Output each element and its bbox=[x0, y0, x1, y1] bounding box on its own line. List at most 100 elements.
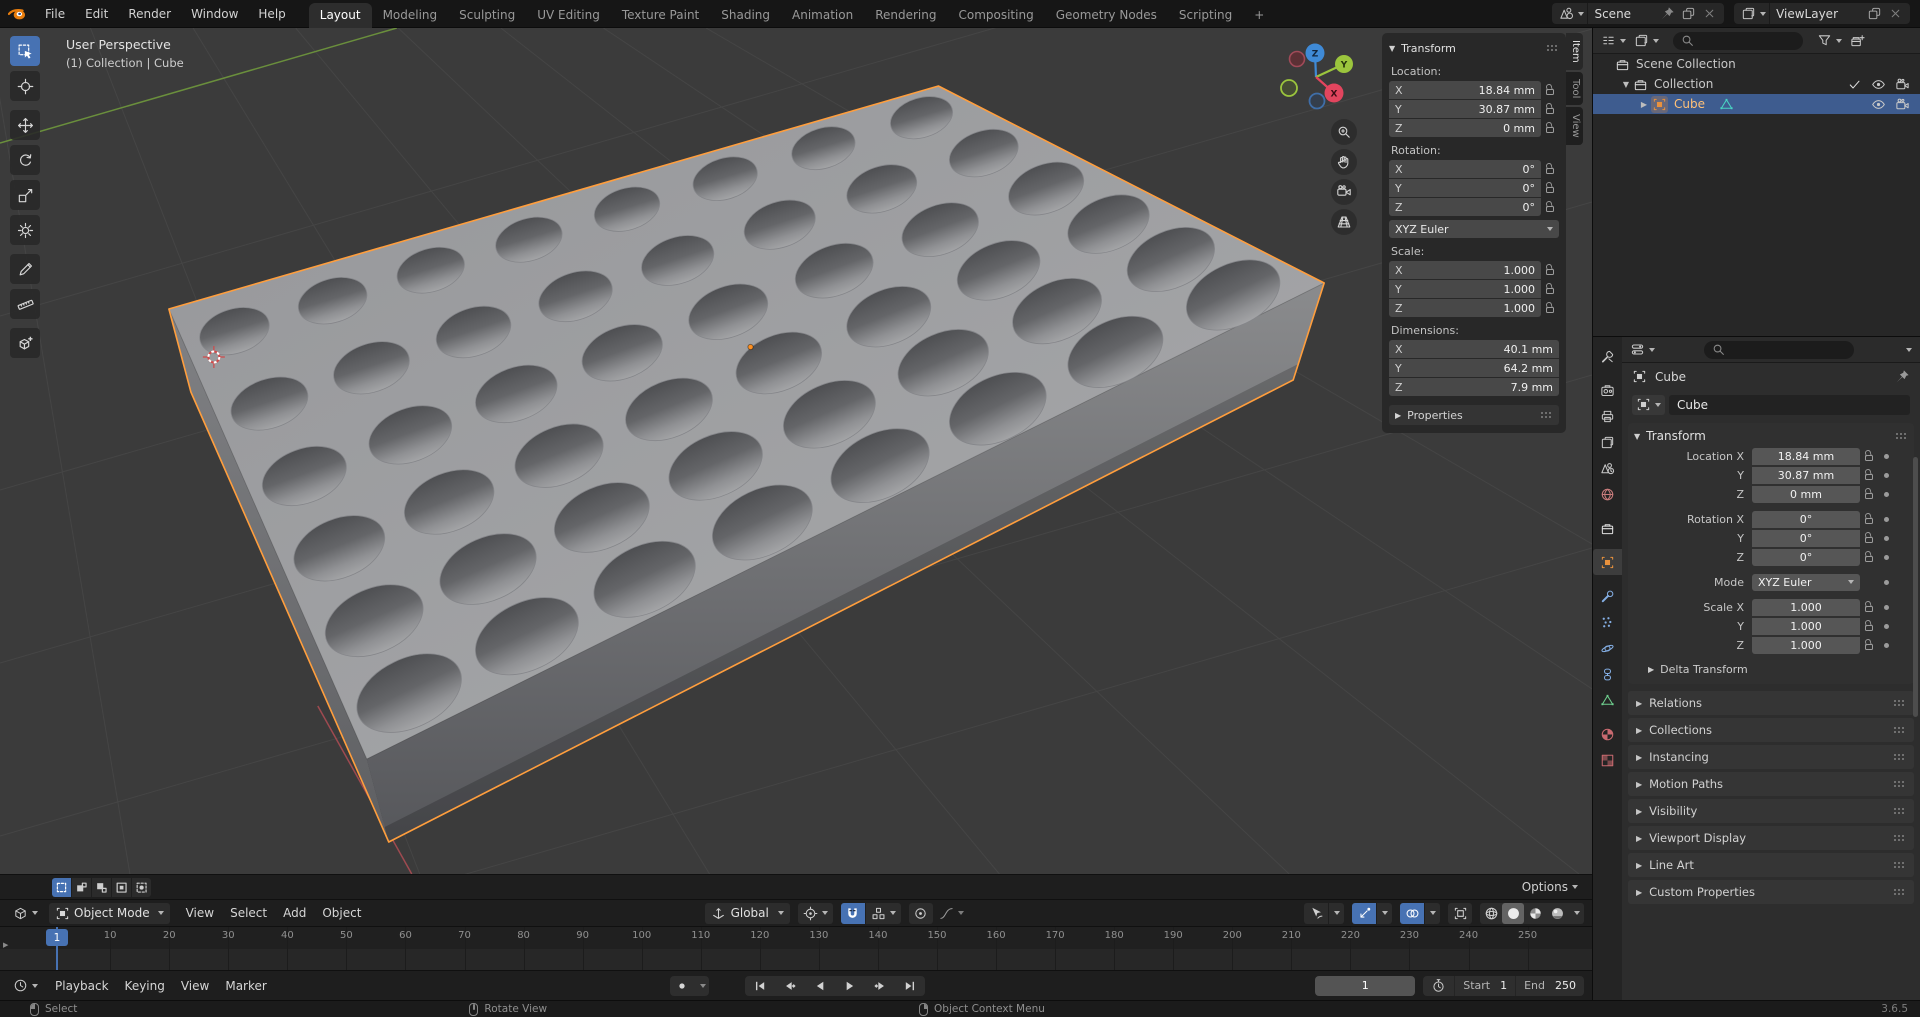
delete-viewlayer-button[interactable] bbox=[1885, 6, 1906, 21]
scene-name-field[interactable]: Scene bbox=[1594, 7, 1657, 21]
value-field[interactable]: Y 30.87 mm bbox=[1389, 100, 1541, 118]
use-preview-range-button[interactable] bbox=[1423, 976, 1454, 996]
animate-dot[interactable] bbox=[1878, 579, 1894, 585]
prevkey-button[interactable] bbox=[775, 976, 805, 996]
tool-scale-button[interactable] bbox=[10, 180, 40, 210]
timeline-menu-keying[interactable]: Keying bbox=[117, 979, 173, 993]
timeline-strip[interactable]: ▶ 10 20 30 40 50 60 70 80 90 100 110 120… bbox=[0, 926, 1592, 970]
panel-grip-icon[interactable] bbox=[1893, 753, 1906, 761]
value-field[interactable]: 0° bbox=[1752, 510, 1860, 528]
lock-icon[interactable] bbox=[1541, 164, 1559, 174]
playhead-frame-chip[interactable]: 1 bbox=[46, 929, 68, 946]
visibility-dropdown[interactable] bbox=[1329, 902, 1344, 924]
workspace-tab-sculpting[interactable]: Sculpting bbox=[448, 3, 526, 28]
viewlayer-browse-button[interactable] bbox=[1738, 3, 1771, 24]
editor-type-button[interactable] bbox=[8, 975, 43, 996]
tool-annotate-button[interactable] bbox=[10, 254, 40, 284]
npanel-properties-panel[interactable]: ▶ Properties bbox=[1389, 405, 1559, 425]
timeline-menu-view[interactable]: View bbox=[173, 979, 217, 993]
panel-visibility[interactable]: ▶ Visibility bbox=[1628, 799, 1914, 823]
properties-tab-object[interactable] bbox=[1593, 549, 1622, 575]
panel-grip-icon[interactable] bbox=[1895, 432, 1908, 440]
panel-motion-paths[interactable]: ▶ Motion Paths bbox=[1628, 772, 1914, 796]
panel-grip-icon[interactable] bbox=[1893, 780, 1906, 788]
shading-dropdown[interactable] bbox=[1569, 903, 1584, 924]
outliner-item-label[interactable]: Cube bbox=[1674, 97, 1705, 111]
breadcrumb-object-name[interactable]: Cube bbox=[1655, 370, 1686, 384]
shading-material-button[interactable] bbox=[1524, 903, 1546, 924]
show-overlays-toggle[interactable] bbox=[1400, 902, 1424, 924]
panel-collections[interactable]: ▶ Collections bbox=[1628, 718, 1914, 742]
properties-tab-texture[interactable] bbox=[1593, 747, 1622, 773]
value-field[interactable]: Z 0° bbox=[1389, 198, 1541, 216]
menu-render[interactable]: Render bbox=[119, 4, 180, 24]
pan-button[interactable] bbox=[1331, 149, 1357, 175]
viewport-3d[interactable]: User Perspective (1) Collection | Cube Z… bbox=[0, 28, 1592, 874]
panel-grip-icon[interactable] bbox=[1893, 699, 1906, 707]
panel-grip-icon[interactable] bbox=[1893, 726, 1906, 734]
disable-in-renders-toggle[interactable] bbox=[1895, 77, 1910, 92]
properties-tab-particles[interactable] bbox=[1593, 609, 1622, 635]
options-dropdown[interactable]: Options bbox=[1522, 880, 1578, 894]
panel-grip-icon[interactable] bbox=[1546, 44, 1559, 52]
value-field[interactable]: 0° bbox=[1752, 529, 1860, 547]
workspace-tab-rendering[interactable]: Rendering bbox=[864, 3, 947, 28]
lock-icon[interactable] bbox=[1541, 202, 1559, 212]
delta-transform-panel[interactable]: ▶ Delta Transform bbox=[1648, 663, 1908, 676]
shading-rendered-button[interactable] bbox=[1546, 903, 1568, 924]
proportional-edit-toggle[interactable] bbox=[908, 902, 933, 924]
add-workspace-button[interactable]: + bbox=[1243, 3, 1275, 28]
start-frame-field[interactable]: Start 1 bbox=[1455, 976, 1515, 996]
npanel-tab-tool[interactable]: Tool bbox=[1566, 71, 1583, 106]
editor-type-button[interactable] bbox=[8, 903, 43, 924]
value-field[interactable]: Z 0 mm bbox=[1389, 119, 1541, 137]
select-mode-set-button[interactable] bbox=[52, 877, 71, 897]
npanel-tab-item[interactable]: Item bbox=[1566, 33, 1583, 70]
value-field[interactable]: 30.87 mm bbox=[1752, 466, 1860, 484]
animate-dot[interactable] bbox=[1878, 604, 1894, 610]
outliner-filter-type-button[interactable] bbox=[1632, 33, 1661, 48]
keying-dropdown[interactable] bbox=[694, 976, 709, 996]
select-mode-subtract-button[interactable] bbox=[92, 877, 111, 897]
workspace-tab-layout[interactable]: Layout bbox=[308, 2, 372, 28]
value-field[interactable]: 18.84 mm bbox=[1752, 447, 1860, 465]
outliner-display-mode-button[interactable] bbox=[1599, 33, 1628, 48]
menu-edit[interactable]: Edit bbox=[76, 4, 117, 24]
properties-tab-constraints[interactable] bbox=[1593, 661, 1622, 687]
show-gizmo-toggle[interactable] bbox=[1352, 902, 1376, 924]
tool-measure-button[interactable] bbox=[10, 289, 40, 319]
timeline-expand-icon[interactable]: ▶ bbox=[3, 941, 8, 949]
proportional-falloff-dropdown[interactable] bbox=[934, 903, 969, 924]
workspace-tab-geometry-nodes[interactable]: Geometry Nodes bbox=[1045, 3, 1168, 28]
auto-keying-button[interactable] bbox=[670, 976, 694, 996]
properties-tab-world[interactable] bbox=[1593, 481, 1622, 507]
menu-window[interactable]: Window bbox=[182, 4, 247, 24]
lock-icon[interactable] bbox=[1541, 284, 1559, 294]
pin-icon[interactable] bbox=[1895, 369, 1910, 384]
tool-rotate-button[interactable] bbox=[10, 145, 40, 175]
properties-tab-object-data[interactable] bbox=[1593, 687, 1622, 713]
properties-filter-button[interactable] bbox=[1900, 347, 1914, 352]
viewport-menu-add[interactable]: Add bbox=[275, 906, 314, 920]
snap-settings-dropdown[interactable] bbox=[865, 902, 901, 924]
properties-tab-material[interactable] bbox=[1593, 721, 1622, 747]
outliner-item-label[interactable]: Collection bbox=[1654, 77, 1713, 91]
shading-solid-button[interactable] bbox=[1502, 902, 1524, 924]
new-viewlayer-button[interactable] bbox=[1864, 6, 1885, 21]
zoom-button[interactable] bbox=[1331, 119, 1357, 145]
new-collection-button[interactable] bbox=[1848, 33, 1867, 48]
show-object-types-button[interactable] bbox=[1304, 902, 1328, 924]
scene-browse-button[interactable] bbox=[1556, 3, 1589, 24]
filter-button[interactable] bbox=[1815, 33, 1844, 48]
value-field[interactable]: X 0° bbox=[1389, 160, 1541, 178]
panel-viewport-display[interactable]: ▶ Viewport Display bbox=[1628, 826, 1914, 850]
play-button[interactable] bbox=[835, 976, 865, 996]
lock-icon[interactable] bbox=[1860, 514, 1878, 524]
gizmo-dropdown[interactable] bbox=[1377, 902, 1392, 924]
exclude-checkbox[interactable] bbox=[1847, 77, 1862, 92]
workspace-tab-texture-paint[interactable]: Texture Paint bbox=[611, 3, 710, 28]
value-field[interactable]: X 40.1 mm bbox=[1389, 340, 1559, 358]
menu-file[interactable]: File bbox=[36, 4, 74, 24]
lock-icon[interactable] bbox=[1860, 602, 1878, 612]
npanel-transform-header[interactable]: ▼ Transform bbox=[1389, 38, 1559, 58]
